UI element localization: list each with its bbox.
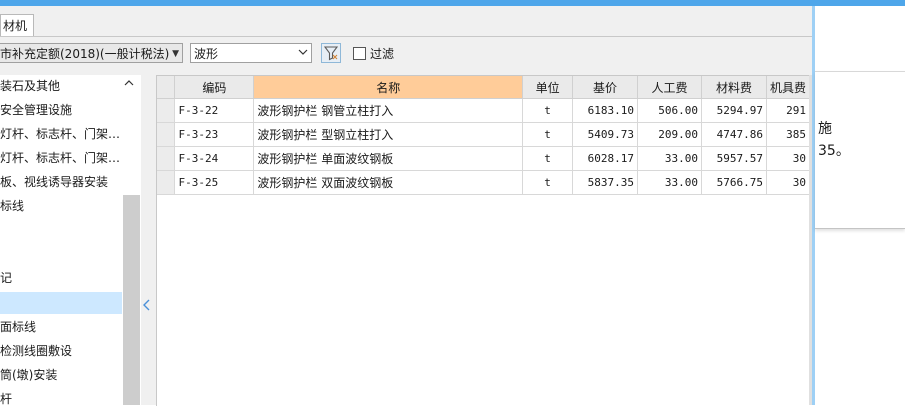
cell-material-cost: 5294.97 [701,98,767,123]
tree-item[interactable]: 筒(墩)安装 [0,364,122,386]
table-row[interactable]: F-3-24 波形钢护栏 单面波纹钢板 t 6028.17 33.00 5957… [157,146,810,171]
quota-library-select[interactable]: 市补充定额(2018)(一般计税法) ▼ [0,43,183,63]
search-keyword-value: 波形 [194,47,219,61]
quota-library-select-value: 市补充定额(2018)(一般计税法) [0,47,170,61]
tab-row: 材机 [0,10,812,37]
search-keyword-select[interactable]: 波形 [190,43,312,63]
filter-checkbox[interactable] [353,47,366,60]
chevron-down-icon: ▼ [172,49,179,59]
cell-name: 波形钢护栏 钢管立柱打入 [253,98,524,123]
cell-name: 波形钢护栏 型钢立柱打入 [253,122,524,147]
scroll-up-arrow-icon[interactable] [124,79,134,90]
tooltip-popup: 施 35。 [815,71,905,229]
cell-material-cost: 5766.75 [701,170,767,195]
funnel-icon [323,46,339,61]
tree-item[interactable]: 板、视线诱导器安装 [0,171,122,193]
column-header-base-price[interactable]: 基价 [572,76,639,99]
collapse-left-icon[interactable] [142,298,152,315]
tree-item[interactable]: 灯杆、标志杆、门架… [0,123,122,145]
filter-checkbox-label: 过滤 [370,47,395,61]
cell-base-price: 5837.35 [572,170,639,195]
cell-code: F-3-23 [174,122,255,147]
cell-unit: t [522,122,574,147]
tree-item-selected[interactable] [0,292,122,314]
toolbar: 市补充定额(2018)(一般计税法) ▼ 波形 过滤 [0,37,812,69]
cell-base-price: 6183.10 [572,98,639,123]
column-header-labor-cost[interactable]: 人工费 [637,76,702,99]
quota-grid: 编码 名称 单位 基价 人工费 材料费 机具费 F-3-22 波形钢护栏 钢管立… [156,75,810,406]
cell-machine-cost: 291 [766,98,810,123]
column-header-unit[interactable]: 单位 [522,76,574,99]
column-header-code[interactable]: 编码 [174,76,255,99]
cell-base-price: 5409.73 [572,122,639,147]
filter-button[interactable] [321,43,341,63]
tree-item[interactable]: 记 [0,267,122,289]
tab-materials[interactable]: 材机 [0,14,34,37]
cell-machine-cost: 30 [766,146,810,171]
row-header[interactable] [157,170,176,195]
column-header-material-cost[interactable]: 材料费 [701,76,767,99]
cell-machine-cost: 385 [766,122,810,147]
cell-code: F-3-25 [174,170,255,195]
row-header[interactable] [157,146,176,171]
tree-scrollbar-thumb[interactable] [123,195,140,405]
cell-material-cost: 5957.57 [701,146,767,171]
category-tree: 装石及其他 安全管理设施 灯杆、标志杆、门架… 灯杆、标志杆、门架… 板、视线诱… [0,75,141,406]
row-header[interactable] [157,98,176,123]
tree-item[interactable]: 装石及其他 [0,75,122,97]
tree-item[interactable]: 安全管理设施 [0,99,122,121]
cell-labor-cost: 33.00 [637,170,702,195]
cell-name: 波形钢护栏 单面波纹钢板 [253,146,524,171]
table-row[interactable]: F-3-22 波形钢护栏 钢管立柱打入 t 6183.10 506.00 529… [157,98,810,123]
quota-table: 编码 名称 单位 基价 人工费 材料费 机具费 F-3-22 波形钢护栏 钢管立… [157,76,810,195]
tree-item[interactable]: 标线 [0,195,122,217]
tree-item[interactable]: 杆 [0,388,122,410]
cell-labor-cost: 506.00 [637,98,702,123]
grid-right-edge [809,75,812,405]
table-row[interactable]: F-3-25 波形钢护栏 双面波纹钢板 t 5837.35 33.00 5766… [157,170,810,195]
cell-unit: t [522,98,574,123]
cell-unit: t [522,170,574,195]
popup-text-line-1: 施 [818,121,832,137]
cell-unit: t [522,146,574,171]
cell-code: F-3-22 [174,98,255,123]
row-header[interactable] [157,122,176,147]
table-row[interactable]: F-3-23 波形钢护栏 型钢立柱打入 t 5409.73 209.00 474… [157,122,810,147]
cell-labor-cost: 33.00 [637,146,702,171]
popup-text-line-2: 35。 [818,143,850,159]
cell-name: 波形钢护栏 双面波纹钢板 [253,170,524,195]
panel-splitter[interactable] [141,75,156,405]
cell-material-cost: 4747.86 [701,122,767,147]
cell-labor-cost: 209.00 [637,122,702,147]
chevron-down-icon [298,44,308,62]
cell-base-price: 6028.17 [572,146,639,171]
table-header-row: 编码 名称 单位 基价 人工费 材料费 机具费 [157,76,810,99]
cell-machine-cost: 30 [766,170,810,195]
column-header-name[interactable]: 名称 [253,76,524,99]
row-header-corner [157,76,176,99]
tree-item[interactable]: 检测线圈敷设 [0,340,122,362]
tree-item[interactable]: 面标线 [0,316,122,338]
tree-item[interactable]: 灯杆、标志杆、门架… [0,147,122,169]
tree-item[interactable] [0,219,122,241]
cell-code: F-3-24 [174,146,255,171]
column-header-machine-cost[interactable]: 机具费 [766,76,810,99]
tree-item[interactable] [0,243,122,265]
